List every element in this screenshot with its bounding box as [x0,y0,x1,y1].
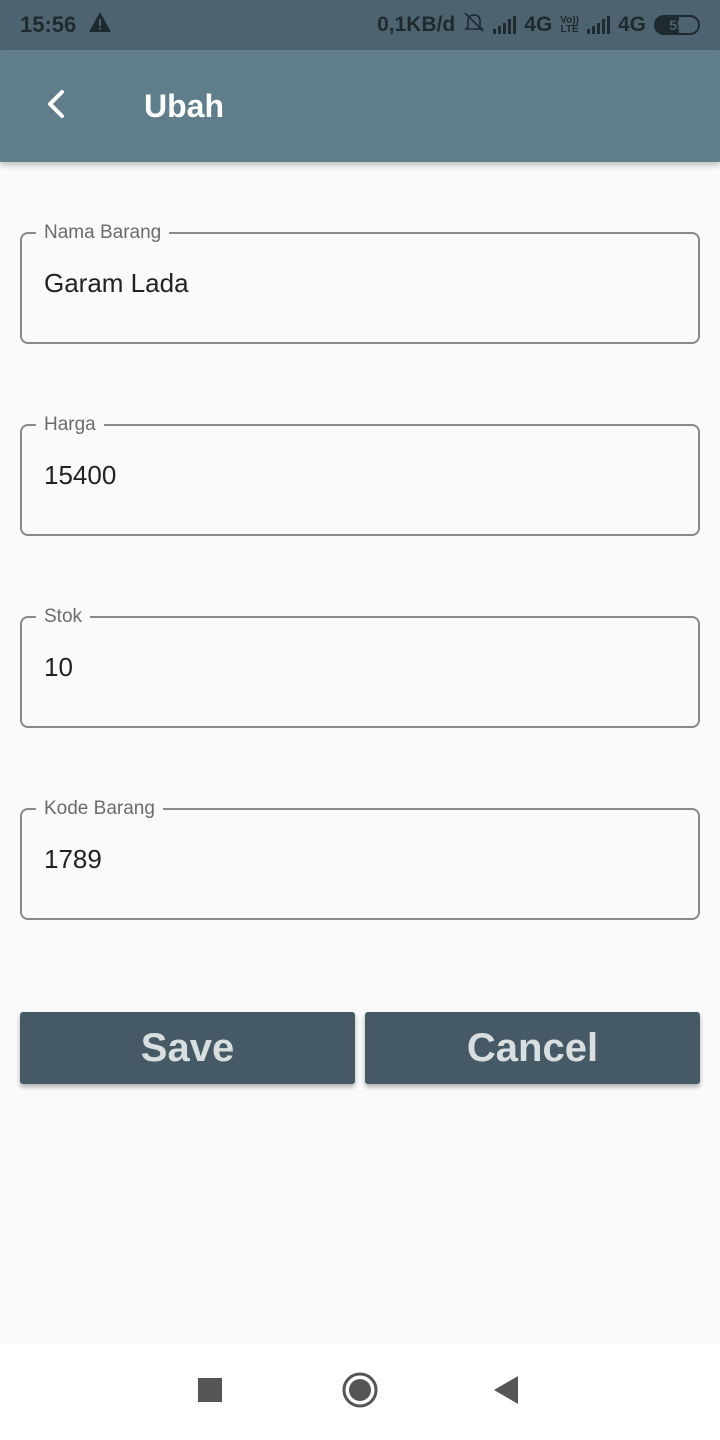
back-triangle-icon [494,1375,518,1409]
warning-icon [88,11,112,39]
kode-barang-field[interactable]: Kode Barang [20,796,700,920]
notifications-off-icon [463,11,485,39]
save-button[interactable]: Save [20,1012,355,1084]
battery-icon: 55 [654,15,700,35]
nama-barang-field[interactable]: Nama Barang [20,220,700,344]
network-type-1: 4G [524,13,553,36]
kode-barang-input[interactable] [44,844,664,875]
network-speed: 0,1KB/d [377,13,456,36]
stok-field[interactable]: Stok [20,604,700,728]
volte-icon: Vo)) LTE [560,16,579,35]
system-back-button[interactable] [456,1344,556,1440]
status-bar: 15:56 0,1KB/d 4G Vo)) LTE 4G 55 [0,0,720,50]
kode-barang-label: Kode Barang [36,796,163,822]
signal-icon [493,16,517,34]
chevron-left-icon [44,89,68,124]
back-button[interactable] [0,50,112,162]
page-title: Ubah [144,87,224,124]
harga-label: Harga [36,412,104,438]
volte-bottom: LTE [560,24,579,35]
cancel-button[interactable]: Cancel [365,1012,700,1084]
harga-field[interactable]: Harga [20,412,700,536]
home-circle-icon [342,1372,378,1413]
stok-label: Stok [36,604,91,630]
stok-input[interactable] [44,652,664,683]
recents-button[interactable] [160,1344,260,1440]
battery-level: 55 [669,17,685,33]
app-bar: Ubah [0,50,720,162]
screen: 15:56 0,1KB/d 4G Vo)) LTE 4G 55 Ubah Nam… [0,0,720,1440]
network-type-2: 4G [617,13,646,36]
home-button[interactable] [310,1344,410,1440]
status-time: 15:56 [20,12,77,37]
harga-input[interactable] [44,460,664,491]
nama-barang-input[interactable] [44,268,664,299]
recents-square-icon [198,1377,222,1407]
nama-barang-label: Nama Barang [36,220,170,246]
signal-icon [586,16,610,34]
